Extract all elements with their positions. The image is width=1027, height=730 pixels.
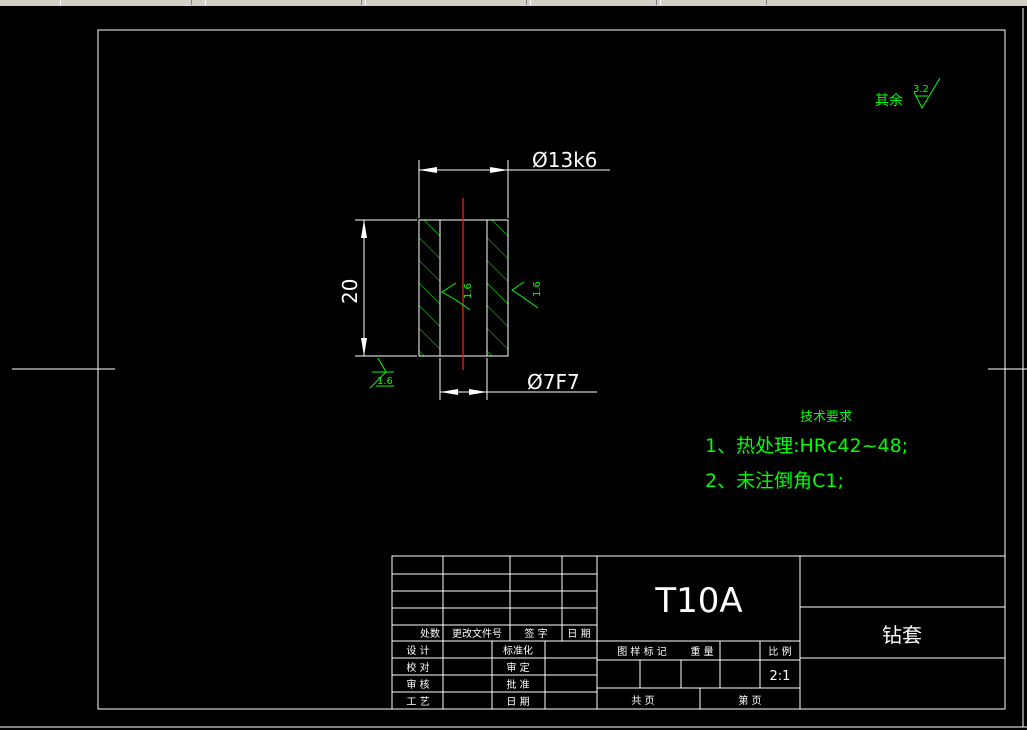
part-name-text: 钻套 [882, 623, 922, 647]
scale-value: 2:1 [770, 669, 791, 684]
sign-label-process: 工 艺 [406, 696, 429, 708]
roughness-inner-value: 1.6 [463, 283, 474, 299]
rev-header-date: 日 期 [567, 628, 590, 640]
sign-label-standard: 标准化 [503, 644, 533, 657]
tech-requirement-item-2: 2、未注倒角C1; [705, 470, 844, 492]
dim-inner-diameter-text: Ø7F7 [527, 370, 580, 394]
sheet-total: 共 页 [631, 695, 654, 707]
roughness-default-value: 3.2 [913, 84, 929, 95]
tech-requirement-item-1: 1、热处理:HRc42~48; [705, 435, 908, 457]
sign-label-approve: 批 准 [506, 678, 529, 691]
material-text: T10A [654, 581, 742, 621]
roughness-end-value: 1.6 [377, 376, 393, 387]
roughness-outer-value: 1.6 [532, 281, 543, 297]
sign-label-approve-review: 审 定 [506, 661, 529, 674]
attr-label-mark: 图 样 标 记 [617, 645, 667, 658]
tech-requirements-heading: 技术要求 [800, 410, 852, 425]
dimension-length[interactable] [355, 219, 417, 357]
attr-label-scale: 比 例 [768, 645, 791, 658]
dim-outer-diameter-text: Ø13k6 [532, 148, 598, 172]
sign-label-review: 审 核 [406, 678, 429, 691]
section-hatch-right [487, 220, 508, 356]
rev-header-sign: 签 字 [524, 627, 547, 640]
section-hatch-left [419, 220, 440, 356]
sign-label-date: 日 期 [506, 696, 529, 708]
attr-label-weight: 重 量 [690, 645, 713, 658]
dim-length-text: 20 [338, 279, 362, 304]
cad-drawing-canvas[interactable]: 其余 3.2 Ø13k6 Ø7F7 20 1.6 1.6 1.6 技术要求 1、… [0, 0, 1027, 730]
rev-header-doc: 更改文件号 [452, 627, 502, 640]
sign-label-design: 设 计 [406, 644, 429, 657]
roughness-default-label: 其余 [875, 92, 903, 109]
sheet-number: 第 页 [738, 694, 761, 707]
sign-label-check: 校 对 [406, 661, 429, 674]
rev-header-count: 处数 [420, 627, 440, 640]
